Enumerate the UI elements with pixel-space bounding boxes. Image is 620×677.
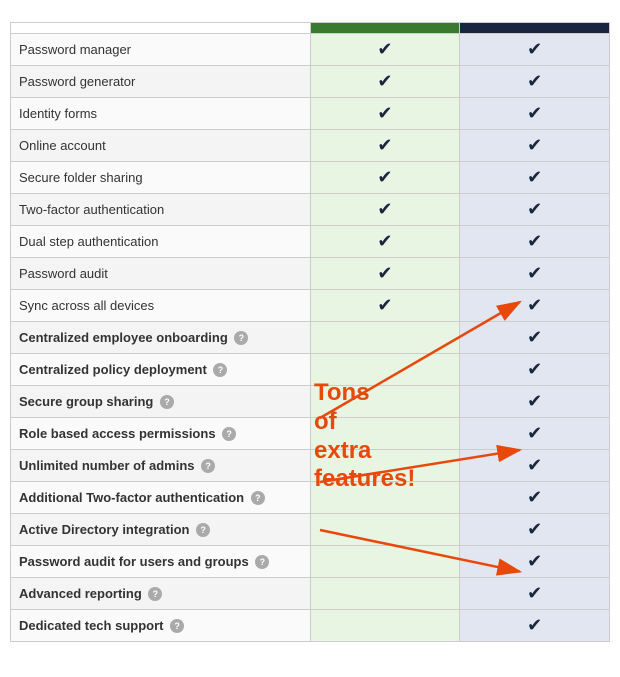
check-icon: ✔ bbox=[527, 423, 542, 443]
business-check-cell: ✔ bbox=[460, 482, 610, 514]
business-check-cell: ✔ bbox=[460, 226, 610, 258]
check-icon: ✔ bbox=[377, 167, 392, 187]
feature-cell: Dedicated tech support ? bbox=[11, 610, 311, 642]
business-check-cell: ✔ bbox=[460, 130, 610, 162]
check-icon: ✔ bbox=[527, 615, 542, 635]
everywhere-check-cell: ✔ bbox=[310, 290, 460, 322]
everywhere-check-cell bbox=[310, 450, 460, 482]
check-icon: ✔ bbox=[377, 71, 392, 91]
check-icon: ✔ bbox=[527, 583, 542, 603]
check-icon: ✔ bbox=[527, 519, 542, 539]
feature-cell: Unlimited number of admins ? bbox=[11, 450, 311, 482]
feature-cell: Centralized employee onboarding ? bbox=[11, 322, 311, 354]
help-icon[interactable]: ? bbox=[234, 331, 248, 345]
check-icon: ✔ bbox=[377, 199, 392, 219]
feature-cell: Identity forms bbox=[11, 98, 311, 130]
everywhere-check-cell: ✔ bbox=[310, 162, 460, 194]
feature-cell: Secure group sharing ? bbox=[11, 386, 311, 418]
feature-cell: Additional Two-factor authentication ? bbox=[11, 482, 311, 514]
check-icon: ✔ bbox=[377, 135, 392, 155]
everywhere-check-cell: ✔ bbox=[310, 98, 460, 130]
feature-cell: Advanced reporting ? bbox=[11, 578, 311, 610]
everywhere-check-cell bbox=[310, 354, 460, 386]
business-check-cell: ✔ bbox=[460, 354, 610, 386]
help-icon[interactable]: ? bbox=[222, 427, 236, 441]
check-icon: ✔ bbox=[527, 71, 542, 91]
feature-col-header bbox=[11, 23, 311, 34]
feature-cell: Two-factor authentication bbox=[11, 194, 311, 226]
feature-cell: Centralized policy deployment ? bbox=[11, 354, 311, 386]
check-icon: ✔ bbox=[527, 199, 542, 219]
check-icon: ✔ bbox=[527, 263, 542, 283]
everywhere-check-cell: ✔ bbox=[310, 194, 460, 226]
check-icon: ✔ bbox=[527, 295, 542, 315]
business-check-cell: ✔ bbox=[460, 34, 610, 66]
business-check-cell: ✔ bbox=[460, 386, 610, 418]
everywhere-check-cell: ✔ bbox=[310, 130, 460, 162]
everywhere-check-cell bbox=[310, 578, 460, 610]
feature-cell: Password audit bbox=[11, 258, 311, 290]
everywhere-check-cell: ✔ bbox=[310, 34, 460, 66]
business-check-cell: ✔ bbox=[460, 290, 610, 322]
business-check-cell: ✔ bbox=[460, 514, 610, 546]
check-icon: ✔ bbox=[527, 167, 542, 187]
feature-cell: Sync across all devices bbox=[11, 290, 311, 322]
business-check-cell: ✔ bbox=[460, 450, 610, 482]
business-check-cell: ✔ bbox=[460, 418, 610, 450]
check-icon: ✔ bbox=[527, 551, 542, 571]
feature-cell: Role based access permissions ? bbox=[11, 418, 311, 450]
business-check-cell: ✔ bbox=[460, 66, 610, 98]
check-icon: ✔ bbox=[377, 231, 392, 251]
help-icon[interactable]: ? bbox=[170, 619, 184, 633]
check-icon: ✔ bbox=[527, 455, 542, 475]
everywhere-check-cell bbox=[310, 610, 460, 642]
check-icon: ✔ bbox=[527, 103, 542, 123]
help-icon[interactable]: ? bbox=[201, 459, 215, 473]
check-icon: ✔ bbox=[377, 295, 392, 315]
check-icon: ✔ bbox=[527, 135, 542, 155]
comparison-table: Password manager ✔ ✔ Password generator ✔ ✔ Id… bbox=[10, 22, 610, 642]
everywhere-check-cell: ✔ bbox=[310, 258, 460, 290]
check-icon: ✔ bbox=[377, 103, 392, 123]
everywhere-col-header bbox=[310, 23, 460, 34]
check-icon: ✔ bbox=[527, 231, 542, 251]
feature-cell: Secure folder sharing bbox=[11, 162, 311, 194]
feature-cell: Active Directory integration ? bbox=[11, 514, 311, 546]
business-check-cell: ✔ bbox=[460, 194, 610, 226]
feature-cell: Password generator bbox=[11, 66, 311, 98]
check-icon: ✔ bbox=[527, 327, 542, 347]
check-icon: ✔ bbox=[527, 359, 542, 379]
business-check-cell: ✔ bbox=[460, 162, 610, 194]
business-check-cell: ✔ bbox=[460, 258, 610, 290]
check-icon: ✔ bbox=[527, 39, 542, 59]
help-icon[interactable]: ? bbox=[148, 587, 162, 601]
help-icon[interactable]: ? bbox=[196, 523, 210, 537]
help-icon[interactable]: ? bbox=[160, 395, 174, 409]
everywhere-check-cell bbox=[310, 386, 460, 418]
everywhere-check-cell bbox=[310, 482, 460, 514]
business-check-cell: ✔ bbox=[460, 578, 610, 610]
check-icon: ✔ bbox=[377, 39, 392, 59]
everywhere-check-cell bbox=[310, 514, 460, 546]
feature-cell: Password manager bbox=[11, 34, 311, 66]
everywhere-check-cell: ✔ bbox=[310, 226, 460, 258]
business-check-cell: ✔ bbox=[460, 546, 610, 578]
feature-cell: Password audit for users and groups ? bbox=[11, 546, 311, 578]
help-icon[interactable]: ? bbox=[251, 491, 265, 505]
business-check-cell: ✔ bbox=[460, 610, 610, 642]
help-icon[interactable]: ? bbox=[213, 363, 227, 377]
everywhere-check-cell: ✔ bbox=[310, 66, 460, 98]
business-check-cell: ✔ bbox=[460, 322, 610, 354]
everywhere-check-cell bbox=[310, 546, 460, 578]
everywhere-check-cell bbox=[310, 418, 460, 450]
feature-cell: Online account bbox=[11, 130, 311, 162]
help-icon[interactable]: ? bbox=[255, 555, 269, 569]
check-icon: ✔ bbox=[527, 487, 542, 507]
business-check-cell: ✔ bbox=[460, 98, 610, 130]
everywhere-check-cell bbox=[310, 322, 460, 354]
feature-cell: Dual step authentication bbox=[11, 226, 311, 258]
check-icon: ✔ bbox=[527, 391, 542, 411]
check-icon: ✔ bbox=[377, 263, 392, 283]
business-col-header bbox=[460, 23, 610, 34]
